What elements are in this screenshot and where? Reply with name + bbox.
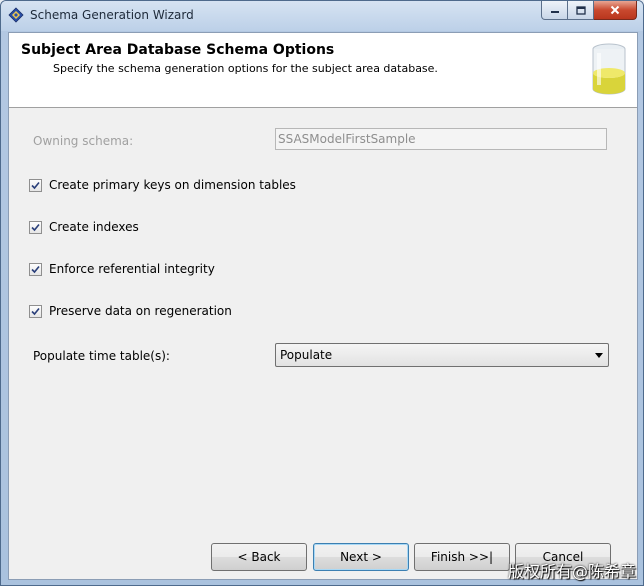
back-button[interactable]: < Back — [211, 543, 307, 571]
checkmark-icon — [31, 307, 40, 315]
indexes-checkbox[interactable] — [29, 220, 42, 234]
database-cylinder-icon — [592, 43, 626, 95]
primary-keys-label: Create primary keys on dimension tables — [49, 178, 296, 192]
checkmark-icon — [31, 265, 40, 273]
owning-schema-label: Owning schema: — [33, 134, 134, 148]
referential-integrity-option[interactable]: Enforce referential integrity — [29, 262, 215, 276]
options-form: Owning schema: SSASModelFirstSample Crea… — [9, 108, 637, 579]
page-header: Subject Area Database Schema Options Spe… — [9, 33, 637, 108]
referential-integrity-checkbox[interactable] — [29, 262, 42, 276]
maximize-icon — [575, 5, 586, 15]
checkmark-icon — [31, 223, 40, 231]
minimize-icon — [550, 11, 559, 13]
minimize-button[interactable] — [541, 1, 568, 20]
chevron-down-icon — [595, 353, 603, 358]
window-controls — [541, 1, 637, 21]
populate-time-select[interactable]: Populate — [275, 343, 609, 367]
close-icon — [610, 5, 620, 15]
maximize-button[interactable] — [568, 1, 594, 20]
page-subtitle: Specify the schema generation options fo… — [53, 62, 438, 75]
populate-time-value: Populate — [280, 348, 333, 362]
wizard-page: Subject Area Database Schema Options Spe… — [8, 32, 638, 580]
title-bar[interactable]: Schema Generation Wizard — [1, 1, 643, 31]
checkmark-icon — [31, 181, 40, 189]
page-title: Subject Area Database Schema Options — [21, 42, 335, 58]
close-button[interactable] — [594, 1, 637, 20]
next-button[interactable]: Next > — [313, 543, 409, 571]
primary-keys-option[interactable]: Create primary keys on dimension tables — [29, 178, 296, 192]
primary-keys-checkbox[interactable] — [29, 178, 42, 192]
preserve-data-label: Preserve data on regeneration — [49, 304, 232, 318]
referential-integrity-label: Enforce referential integrity — [49, 262, 215, 276]
wizard-diamond-icon — [8, 7, 24, 23]
finish-button[interactable]: Finish >>| — [414, 543, 510, 571]
indexes-label: Create indexes — [49, 220, 139, 234]
preserve-data-checkbox[interactable] — [29, 304, 42, 318]
watermark: 版权所有@陈希章 — [507, 562, 636, 581]
preserve-data-option[interactable]: Preserve data on regeneration — [29, 304, 232, 318]
window-title: Schema Generation Wizard — [30, 8, 194, 22]
wizard-window: Schema Generation Wizard Subject Area Da… — [0, 0, 644, 586]
owning-schema-field[interactable]: SSASModelFirstSample — [275, 128, 607, 150]
indexes-option[interactable]: Create indexes — [29, 220, 139, 234]
populate-time-label: Populate time table(s): — [33, 349, 170, 363]
